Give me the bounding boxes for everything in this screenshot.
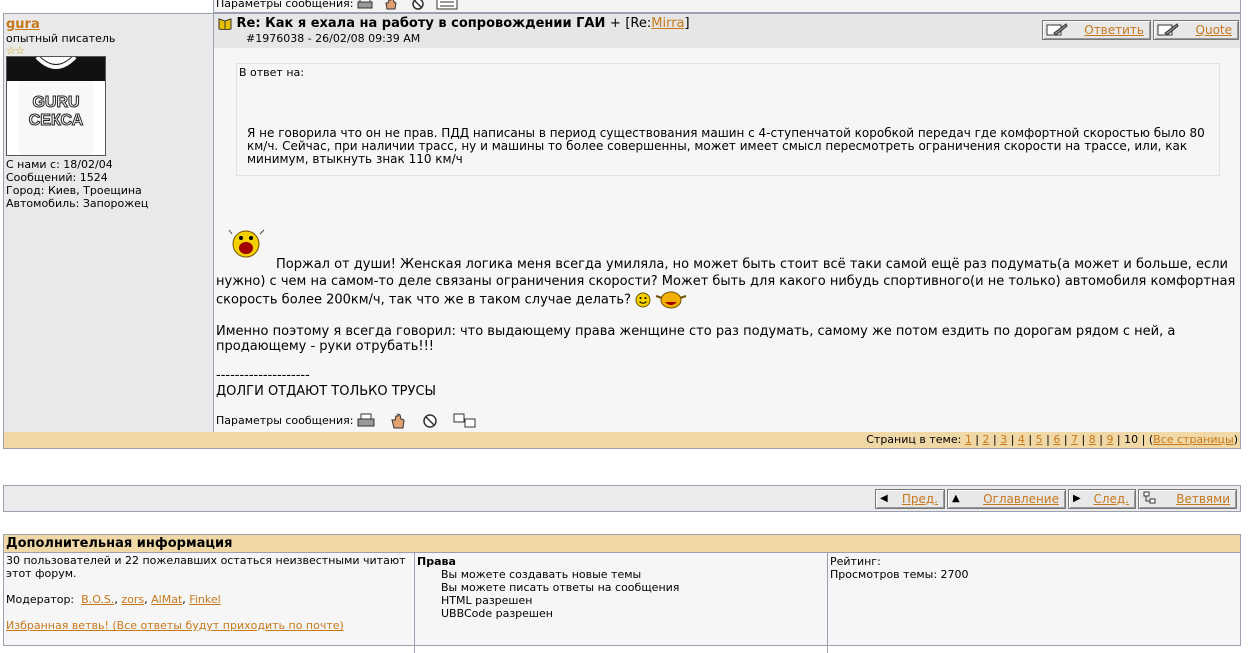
moderator-link-zors[interactable]: zors <box>121 593 144 606</box>
message-params-label: Параметры сообщения: <box>216 0 354 10</box>
views-count: Просмотров темы: 2700 <box>830 568 969 581</box>
reply-text-content: Поржал от души! Женская логика меня всег… <box>216 257 1236 308</box>
signature: ДОЛГИ ОТДАЮТ ТОЛЬКО ТРУСЫ <box>216 384 436 399</box>
message-header: Re: Как я ехала на работу в сопровождени… <box>214 14 1240 48</box>
rights-item: UBBCode разрешен <box>441 607 553 620</box>
avatar: GURU СЕКСА <box>6 56 106 156</box>
previous-message-params: Параметры сообщения: <box>216 0 458 10</box>
info-column-readers: 30 пользователей и 22 пожелавших остатьс… <box>4 553 415 653</box>
reply-to-prefix: [Re: <box>625 16 652 31</box>
pagination-bar: Страниц в теме: 1 | 2 | 3 | 4 | 5 | 6 | … <box>3 432 1241 449</box>
rights-item: HTML разрешен <box>441 594 533 607</box>
additional-info-panel: Дополнительная информация 30 пользовател… <box>3 534 1241 653</box>
page-link-5[interactable]: 5 <box>1036 433 1043 446</box>
thread-nav-bar: ◀ Пред. ▲ Оглавление ▶ След. Ветвями <box>3 485 1241 512</box>
quote-button-label: Quote <box>1195 23 1232 37</box>
additional-info-title: Дополнительная информация <box>6 536 233 551</box>
rating-label: Рейтинг: <box>830 555 881 568</box>
page-link-8[interactable]: 8 <box>1089 433 1096 446</box>
info-column-rights: Права Вы можете создавать новые темы Вы … <box>415 553 828 653</box>
print-icon[interactable] <box>357 0 373 10</box>
signature-separator: -------------------- <box>216 368 310 383</box>
book-icon <box>218 17 232 30</box>
rights-item: Вы можете создавать новые темы <box>441 568 642 581</box>
rights-title: Права <box>417 555 456 568</box>
author-city: Город: Киев, Троещина <box>6 184 142 197</box>
contents-button[interactable]: ▲ Оглавление <box>947 489 1066 509</box>
forum-post: gura опытный писатель ☆☆ GURU СЕКСА С на… <box>3 13 1241 433</box>
quote-text: Я не говорила что он не прав. ПДД написа… <box>247 126 1205 166</box>
message-subject: Re: Как я ехала на работу в сопровождени… <box>236 16 606 31</box>
prev-button[interactable]: ◀ Пред. <box>875 489 945 509</box>
reply-button[interactable]: Ответить <box>1042 20 1151 40</box>
previous-post-options-strip: Параметры сообщения: <box>213 0 1241 13</box>
reply-text-2: Именно поэтому я всегда говорил: что выд… <box>216 324 1176 354</box>
threads-icon[interactable] <box>453 413 477 429</box>
contents-button-label: Оглавление <box>983 492 1059 506</box>
page-link-1[interactable]: 1 <box>965 433 972 446</box>
message-body: В ответ на: Я не говорила что он не прав… <box>214 48 1240 432</box>
prev-button-label: Пред. <box>901 492 938 506</box>
page-current: 10 <box>1124 433 1139 446</box>
quote-block: В ответ на: Я не говорила что он не прав… <box>236 63 1220 176</box>
quote-button[interactable]: Quote <box>1153 20 1239 40</box>
page-link-4[interactable]: 4 <box>1018 433 1025 446</box>
avatar-text-2: СЕКСА <box>29 112 84 129</box>
author-panel: gura опытный писатель ☆☆ GURU СЕКСА С на… <box>4 14 214 432</box>
additional-info-header: Дополнительная информация <box>4 535 1240 553</box>
hand-icon[interactable] <box>389 413 407 429</box>
author-messages: Сообщений: 1524 <box>6 171 108 184</box>
readers-text: 30 пользователей и 22 пожелавших остатьс… <box>6 554 406 567</box>
page-link-3[interactable]: 3 <box>1000 433 1007 446</box>
waving-smiley-icon <box>655 291 687 309</box>
reply-pencil-icon <box>1046 23 1068 36</box>
page-link-7[interactable]: 7 <box>1071 433 1078 446</box>
reply-to-suffix: ] <box>684 16 690 31</box>
subject-plus: + <box>609 16 621 31</box>
all-pages-link[interactable]: Все страницы <box>1153 433 1234 446</box>
hand-icon[interactable] <box>383 0 399 10</box>
author-joined: С нами с: 18/02/04 <box>6 158 113 171</box>
pagination-label: Страниц в теме: <box>866 433 962 446</box>
block-icon[interactable] <box>410 0 426 10</box>
favorite-thread-link[interactable]: Избранная ветвь! (Все ответы будут прихо… <box>6 619 344 632</box>
author-car: Автомобиль: Запорожец <box>6 197 149 210</box>
next-button-label: След. <box>1093 492 1129 506</box>
moderator-link-almat[interactable]: AlMat <box>151 593 182 606</box>
tshirt-avatar-image: GURU СЕКСА <box>7 57 105 155</box>
pagination: Страниц в теме: 1 | 2 | 3 | 4 | 5 | 6 | … <box>866 433 1238 446</box>
author-username[interactable]: gura <box>6 17 40 32</box>
reply-button-label: Ответить <box>1084 23 1144 37</box>
page-link-2[interactable]: 2 <box>983 433 990 446</box>
arrow-left-icon: ◀ <box>880 493 888 504</box>
quote-label: В ответ на: <box>239 66 304 79</box>
tree-icon <box>1143 490 1157 508</box>
threaded-view-label: Ветвями <box>1176 492 1230 506</box>
arrow-right-icon: ▶ <box>1073 493 1081 504</box>
avatar-text-1: GURU <box>32 94 79 111</box>
page-link-9[interactable]: 9 <box>1106 433 1113 446</box>
page-link-6[interactable]: 6 <box>1053 433 1060 446</box>
threads-icon[interactable] <box>436 0 458 10</box>
next-button[interactable]: ▶ След. <box>1068 489 1136 509</box>
moderator-label: Модератор: <box>6 593 75 606</box>
message-params: Параметры сообщения: <box>216 413 477 429</box>
readers-text-2: этот форум. <box>6 567 77 580</box>
arrow-up-icon: ▲ <box>952 493 960 504</box>
smile-icon <box>635 292 651 308</box>
print-icon[interactable] <box>357 413 375 429</box>
moderator-link-finkel[interactable]: Finkel <box>189 593 220 606</box>
message-subject-line: Re: Как я ехала на работу в сопровождени… <box>218 16 690 31</box>
quote-pencil-icon <box>1157 23 1179 36</box>
rights-item: Вы можете писать ответы на сообщения <box>441 581 680 594</box>
reply-text: Поржал от души! Женская логика меня всег… <box>216 256 1238 310</box>
info-column-stats: Рейтинг: Просмотров темы: 2700 <box>828 553 1238 653</box>
post-id-date: #1976038 - 26/02/08 09:39 AM <box>246 32 421 45</box>
reply-to-user-link[interactable]: Mirra <box>651 16 684 31</box>
message-params-label: Параметры сообщения: <box>216 414 354 427</box>
threaded-view-button[interactable]: Ветвями <box>1138 489 1237 509</box>
moderators-line: Модератор: B.O.S., zors, AlMat, Finkel <box>6 593 221 606</box>
moderator-link-bos[interactable]: B.O.S. <box>81 593 114 606</box>
block-icon[interactable] <box>421 413 439 429</box>
